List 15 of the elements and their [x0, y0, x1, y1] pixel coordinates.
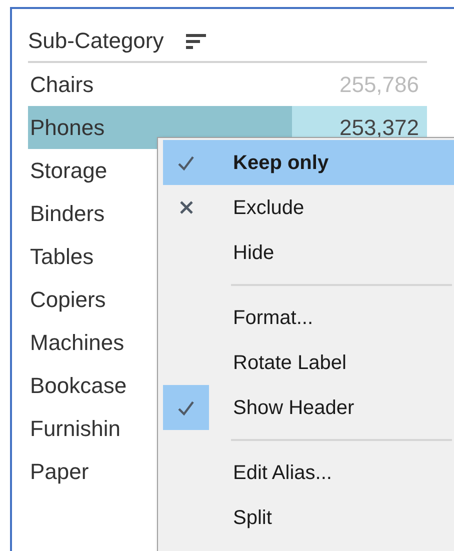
- check-icon: [177, 400, 195, 416]
- menu-item[interactable]: Edit Alias...: [163, 450, 454, 495]
- menu-item[interactable]: Exclude: [163, 185, 454, 230]
- menu-item[interactable]: Rotate Label: [163, 340, 454, 385]
- menu-item[interactable]: Split: [163, 495, 454, 540]
- menu-item[interactable]: Show Header: [163, 385, 454, 430]
- column-header: Sub-Category: [28, 27, 164, 55]
- menu-item[interactable]: Hide: [163, 230, 454, 275]
- row-header[interactable]: Chairs: [28, 63, 292, 106]
- menu-item[interactable]: Format...: [163, 295, 454, 340]
- close-icon: [178, 200, 194, 215]
- menu-item[interactable]: Keep only: [163, 140, 454, 185]
- sort-icon[interactable]: [186, 32, 206, 50]
- table-cell-text: 255,786: [338, 71, 420, 99]
- check-icon: [177, 154, 195, 170]
